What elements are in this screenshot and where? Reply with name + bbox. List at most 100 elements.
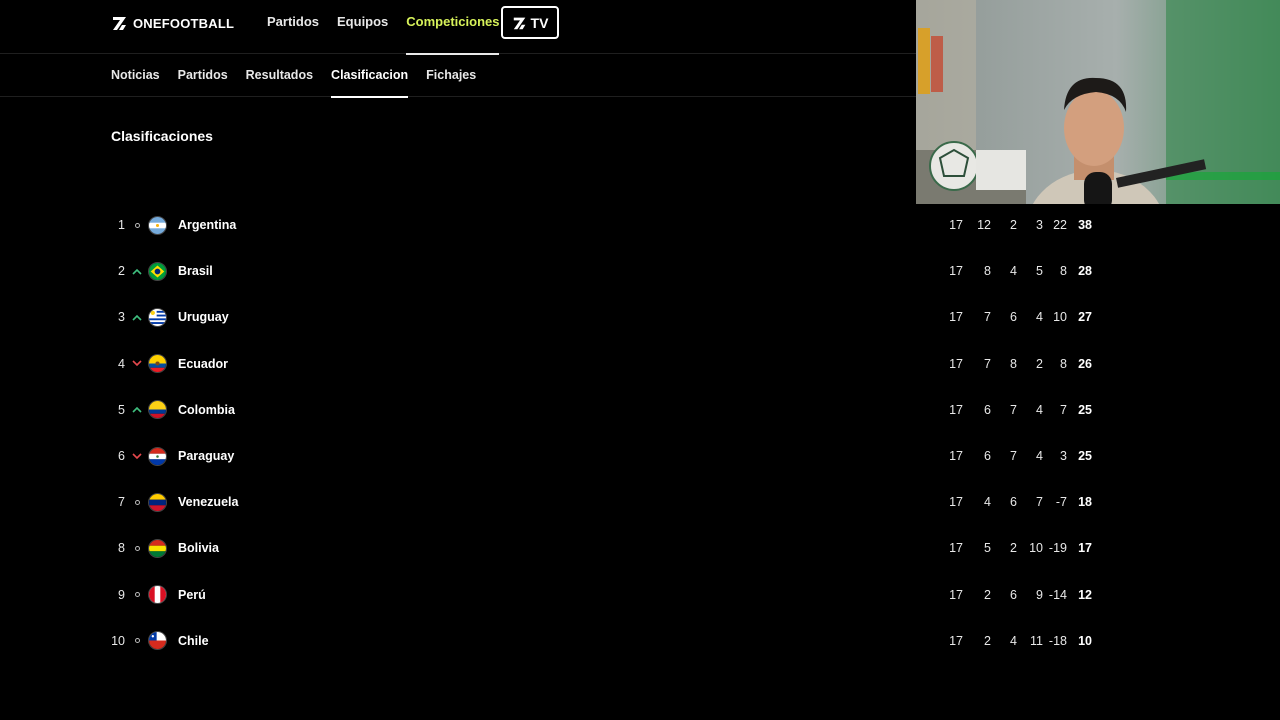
- position: 5: [118, 402, 125, 417]
- points: 25: [1078, 402, 1092, 417]
- team-name[interactable]: Chile: [178, 634, 209, 648]
- colombia-flag-icon: [148, 400, 167, 420]
- drawn: 7: [1010, 402, 1017, 417]
- lost: 4: [1036, 402, 1043, 417]
- lost: 10: [1029, 541, 1043, 556]
- tab-partidos[interactable]: Partidos: [178, 55, 228, 97]
- team-stats: 17 7 6 4 10 27: [945, 294, 1092, 340]
- trend-same-icon: [134, 499, 140, 505]
- points: 17: [1078, 541, 1092, 556]
- drawn: 6: [1010, 587, 1017, 602]
- standings-row[interactable]: 3 Uruguay 17 7 6 4 10 27: [111, 294, 1101, 340]
- standings-row[interactable]: 1 Argentina 17 12 2 3 22 38: [111, 202, 1101, 248]
- trend-down-icon: [132, 452, 142, 459]
- team-name[interactable]: Colombia: [178, 403, 235, 417]
- position: 10: [111, 633, 125, 648]
- drawn: 6: [1010, 495, 1017, 510]
- top-navigation-bar: ONEFOOTBALL Partidos Equipos Competicion…: [0, 0, 916, 55]
- trend-indicator: [128, 542, 146, 554]
- played: 17: [949, 495, 963, 510]
- team-name[interactable]: Argentina: [178, 218, 236, 232]
- points: 10: [1078, 633, 1092, 648]
- standings-row[interactable]: 8 Bolivia 17 5 2 10 -19 17: [111, 525, 1101, 571]
- goal-difference: -18: [1048, 633, 1067, 648]
- webcam-overlay: [916, 0, 1280, 204]
- position: 2: [118, 264, 125, 279]
- team-name[interactable]: Uruguay: [178, 310, 229, 324]
- lost: 5: [1036, 264, 1043, 279]
- tab-noticias[interactable]: Noticias: [111, 55, 160, 97]
- drawn: 2: [1010, 541, 1017, 556]
- team-name[interactable]: Perú: [178, 588, 206, 602]
- section-title: Clasificaciones: [111, 128, 213, 144]
- standings-row[interactable]: 9 Perú 17 2 6 9 -14 12: [111, 572, 1101, 618]
- standings-row[interactable]: 4 Ecuador 17 7 8 2 8 26: [111, 341, 1101, 387]
- lost: 2: [1036, 356, 1043, 371]
- won: 2: [984, 587, 991, 602]
- points: 38: [1078, 218, 1092, 233]
- team-name[interactable]: Ecuador: [178, 357, 228, 371]
- played: 17: [949, 264, 963, 279]
- venezuela-flag-icon: [148, 492, 167, 512]
- nav-competiciones[interactable]: Competiciones: [406, 0, 500, 55]
- onefootball-tv-button[interactable]: TV: [501, 6, 559, 39]
- standings-row[interactable]: 6 Paraguay 17 6 7 4 3 25: [111, 433, 1101, 479]
- tab-resultados[interactable]: Resultados: [246, 55, 313, 97]
- team-name[interactable]: Venezuela: [178, 495, 238, 509]
- tab-fichajes[interactable]: Fichajes: [426, 55, 476, 97]
- trend-indicator: [128, 219, 146, 231]
- trend-indicator: [128, 358, 146, 370]
- trend-indicator: [128, 496, 146, 508]
- onefootball-logo-icon: [513, 17, 525, 29]
- trend-same-icon: [134, 545, 140, 551]
- drawn: 7: [1010, 449, 1017, 464]
- standings-row[interactable]: 2 Brasil 17 8 4 5 8 28: [111, 248, 1101, 294]
- trend-indicator: [128, 589, 146, 601]
- trend-indicator: [128, 450, 146, 462]
- drawn: 4: [1010, 633, 1017, 648]
- main-nav: Partidos Equipos Competiciones: [267, 0, 517, 55]
- nav-equipos[interactable]: Equipos: [337, 0, 388, 54]
- lost: 11: [1030, 633, 1043, 648]
- position: 8: [118, 541, 125, 556]
- team-name[interactable]: Brasil: [178, 264, 213, 278]
- goal-difference: 8: [1060, 356, 1067, 371]
- uruguay-flag-icon: [148, 307, 167, 327]
- chile-flag-icon: [148, 631, 167, 651]
- trend-down-icon: [132, 360, 142, 367]
- team-name[interactable]: Bolivia: [178, 541, 219, 555]
- position: 1: [118, 218, 125, 233]
- trend-indicator: [128, 265, 146, 277]
- goal-difference: 10: [1053, 310, 1067, 325]
- position: 7: [118, 495, 125, 510]
- standings-row[interactable]: 7 Venezuela 17 4 6 7 -7 18: [111, 479, 1101, 525]
- position: 4: [118, 356, 125, 371]
- points: 28: [1078, 264, 1092, 279]
- nav-partidos[interactable]: Partidos: [267, 0, 319, 54]
- position: 9: [118, 587, 125, 602]
- played: 17: [949, 541, 963, 556]
- onefootball-logo-icon: [113, 17, 126, 30]
- won: 6: [984, 402, 991, 417]
- team-name[interactable]: Paraguay: [178, 449, 234, 463]
- team-stats: 17 2 4 11 -18 10: [945, 618, 1092, 664]
- standings-row[interactable]: 5 Colombia 17 6 7 4 7 25: [111, 387, 1101, 433]
- trend-same-icon: [134, 638, 140, 644]
- points: 25: [1078, 449, 1092, 464]
- won: 7: [984, 356, 991, 371]
- team-stats: 17 7 8 2 8 26: [945, 341, 1092, 387]
- trend-same-icon: [134, 222, 140, 228]
- points: 27: [1078, 310, 1092, 325]
- argentina-flag-icon: [148, 215, 167, 235]
- onefootball-logo[interactable]: ONEFOOTBALL: [111, 14, 234, 32]
- team-stats: 17 8 4 5 8 28: [945, 248, 1092, 294]
- trend-up-icon: [132, 407, 142, 413]
- goal-difference: -14: [1048, 587, 1067, 602]
- trend-indicator: [128, 635, 146, 647]
- tab-clasificacion[interactable]: Clasificacion: [331, 55, 409, 98]
- points: 18: [1078, 495, 1092, 510]
- won: 4: [984, 495, 991, 510]
- trend-indicator: [128, 311, 146, 323]
- lost: 7: [1036, 495, 1043, 510]
- standings-row[interactable]: 10 Chile 17 2 4 11 -18 10: [111, 618, 1101, 664]
